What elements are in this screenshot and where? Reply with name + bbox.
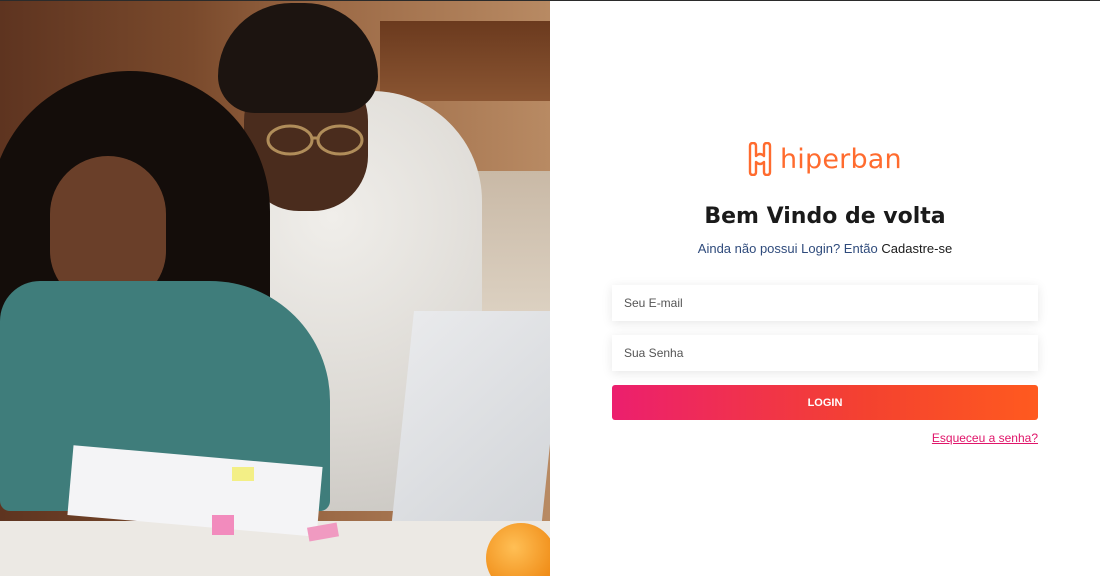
email-field[interactable] [612,285,1038,321]
photo-sticky-note [212,515,234,535]
login-button[interactable]: LOGIN [612,385,1038,420]
hiperban-logo-icon [748,142,772,176]
signup-prompt: Ainda não possui Login? Então Cadastre-s… [550,241,1100,256]
forgot-password-link[interactable]: Esqueceu a senha? [932,431,1038,445]
glasses-icon [266,124,364,156]
brand-logo: hiperban [746,139,902,179]
photo-man-hair [218,3,378,113]
photo-sticky-note [232,467,254,481]
brand-name: hiperban [780,143,902,175]
photo-shelf [380,21,550,101]
page-title: Bem Vindo de volta [704,204,946,229]
signup-link[interactable]: Cadastre-se [881,241,952,256]
hero-photo [0,1,550,576]
password-field[interactable] [612,335,1038,371]
login-panel: hiperban Bem Vindo de volta Ainda não po… [550,1,1100,576]
signup-prompt-text: Ainda não possui Login? Então [697,241,878,256]
